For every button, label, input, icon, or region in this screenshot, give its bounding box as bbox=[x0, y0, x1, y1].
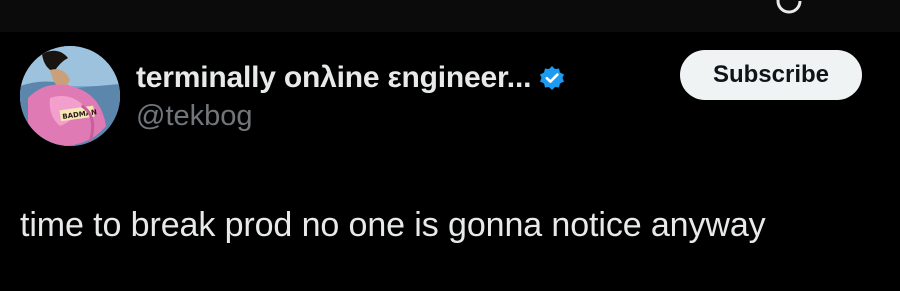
avatar[interactable]: BADMAN bbox=[20, 46, 120, 146]
avatar-image: BADMAN bbox=[20, 46, 120, 146]
author-handle[interactable]: @tekbog bbox=[136, 100, 253, 133]
tweet-text: time to break prod no one is gonna notic… bbox=[20, 206, 766, 244]
refresh-icon[interactable] bbox=[774, 0, 804, 16]
author-display-name[interactable]: terminally onλine εngineer... bbox=[136, 61, 531, 95]
subscribe-button[interactable]: Subscribe bbox=[680, 50, 862, 100]
top-bar bbox=[0, 0, 900, 32]
tweet-card: BADMAN terminally onλine εngineer... @te… bbox=[0, 32, 900, 291]
author-name-row: terminally onλine εngineer... bbox=[136, 58, 565, 98]
verified-badge-icon bbox=[540, 66, 565, 90]
